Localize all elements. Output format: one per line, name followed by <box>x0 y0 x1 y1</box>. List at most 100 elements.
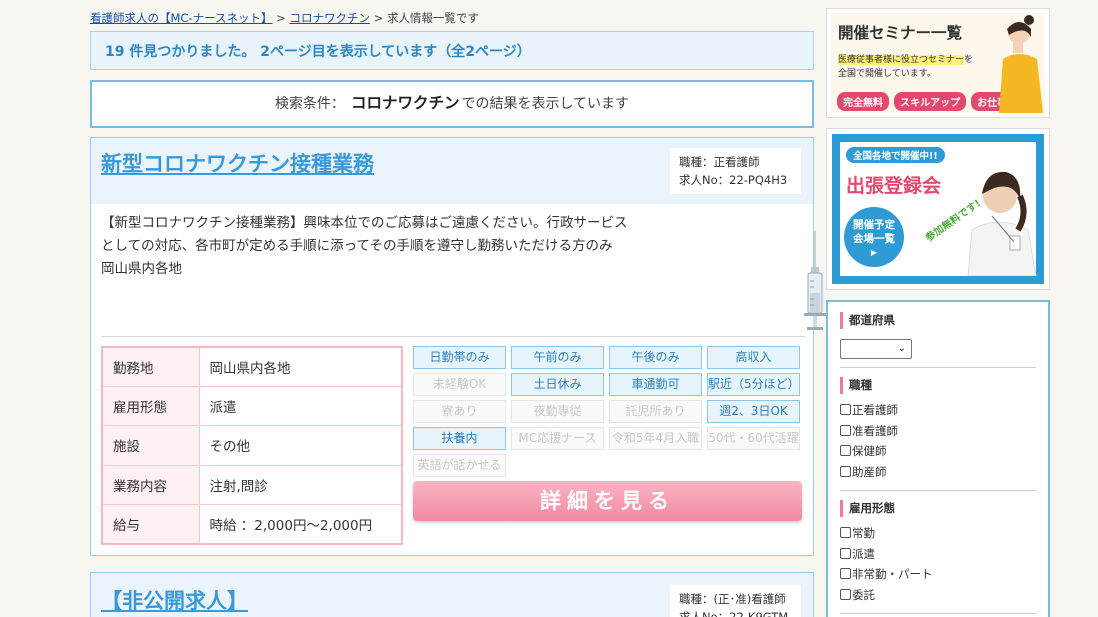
checkbox-label: 派遣 <box>852 546 875 561</box>
checkbox-label: 常勤 <box>852 526 875 540</box>
job-number: 求人No：22-K9GTM <box>679 610 789 617</box>
checkbox-label: 正看護師 <box>852 403 898 417</box>
table-row: 給与 時給 ：2,000円～2,000円 <box>102 504 402 544</box>
breadcrumb-home-link[interactable]: 看護師求人の【MC-ナースネット】 <box>90 11 273 25</box>
table-row: 施設 その他 <box>102 425 402 466</box>
seminar-banner-text: 全国で開催しています。 <box>838 69 936 79</box>
checkbox-icon[interactable] <box>840 527 851 538</box>
checkbox-icon[interactable] <box>840 404 851 415</box>
feature-tag: 土日休み <box>511 373 604 396</box>
info-label: 給与 <box>102 504 200 544</box>
table-row: 業務内容 注射,問診 <box>102 465 402 506</box>
occupation-checkbox[interactable]: 准看護師 <box>840 421 1036 442</box>
detail-button[interactable]: 詳細を見る <box>413 481 802 521</box>
divider <box>840 613 1036 614</box>
occupation-checkbox[interactable]: 助産師 <box>840 462 1036 483</box>
info-value: 時給 ：2,000円～2,000円 <box>209 518 373 535</box>
feature-tag: 駅近（5分ほど） <box>707 373 800 396</box>
job-card-header: 新型コロナワクチン接種業務 職種：正看護師 求人No：22-PQ4H3 <box>91 138 813 204</box>
job-title-link[interactable]: 新型コロナワクチン接種業務 <box>101 148 374 178</box>
breadcrumb-current: 求人情報一覧です <box>386 11 479 25</box>
job-card: 新型コロナワクチン接種業務 職種：正看護師 求人No：22-PQ4H3 【新型コ… <box>90 137 826 556</box>
job-number: 求人No：22-PQ4H3 <box>679 173 788 187</box>
job-card: 【非公開求人】 職種：(正･准)看護師 求人No：22-K9GTM <box>90 572 814 617</box>
seminar-banner-inner: 開催セミナー一覧 医療従事者様に役立つセミナーを 全国で開催しています。 完全無… <box>831 13 1045 113</box>
seminar-banner-title: 開催セミナー一覧 <box>838 24 963 42</box>
search-condition-keyword: コロナワクチン <box>350 94 460 112</box>
feature-tag: 午後のみ <box>609 346 702 369</box>
seminar-banner-text: を <box>964 55 974 65</box>
checkbox-icon[interactable] <box>840 568 851 579</box>
registration-banner-inner: 全国各地で開催中!! 出張登録会 開催予定 会場一覧 ▶ 参加無料です! <box>832 134 1044 284</box>
search-condition-box: 検索条件： コロナワクチン での結果を表示しています <box>90 80 814 128</box>
prefecture-heading: 都道府県 <box>840 312 1036 329</box>
search-filter-panel: 都道府県 ⌄ 職種 正看護師 准看護師 保健師 助産師 雇用形態 常勤 派遣 非… <box>826 300 1050 617</box>
prefecture-select[interactable]: ⌄ <box>840 339 912 359</box>
checkbox-label: 准看護師 <box>852 423 898 438</box>
divider <box>840 490 1036 491</box>
feature-tag: 未経験OK <box>413 373 506 396</box>
feature-tag: 車通勤可 <box>609 373 702 396</box>
feature-tag: 英語が話かせる <box>413 454 506 477</box>
checkbox-icon[interactable] <box>840 445 851 456</box>
checkbox-label: 非常勤・パート <box>852 567 933 581</box>
info-value: 注射,問診 <box>199 465 402 506</box>
checkbox-icon[interactable] <box>840 465 851 477</box>
info-value: 派遣 <box>199 386 402 427</box>
info-label: 雇用形態 <box>102 386 200 427</box>
checkbox-label: 委託 <box>852 587 875 602</box>
feature-tag: 週2、3日OK <box>707 400 800 423</box>
employment-checkbox[interactable]: 非常勤・パート <box>840 564 1036 585</box>
job-card-header: 【非公開求人】 職種：(正･准)看護師 求人No：22-K9GTM <box>91 573 813 617</box>
occupation-options: 正看護師 准看護師 保健師 助産師 <box>840 400 1036 482</box>
employment-checkbox[interactable]: 常勤 <box>840 523 1036 544</box>
employment-checkbox[interactable]: 派遣 <box>840 544 1036 565</box>
info-label: 施設 <box>102 425 200 466</box>
registration-banner-badge: 全国各地で開催中!! <box>846 147 945 163</box>
job-occupation: 職種：正看護師 <box>679 155 760 169</box>
chevron-down-icon: ⌄ <box>897 343 906 354</box>
employment-options: 常勤 派遣 非常勤・パート 委託 <box>840 523 1036 605</box>
checkbox-label: 保健師 <box>852 444 887 458</box>
search-condition-suffix: での結果を表示しています <box>461 96 630 112</box>
info-value: その他 <box>199 425 402 466</box>
job-feature-tags: 日勤帯のみ 午前のみ 午後のみ 高収入 未経験OK 土日休み 車通勤可 駅近（5分ほど） 寮あり… <box>413 346 805 477</box>
play-arrow-icon: ▶ <box>870 248 878 257</box>
venue-list-circle: 開催予定 会場一覧 ▶ <box>844 207 904 267</box>
venue-list-line: 開催予定 <box>853 219 895 231</box>
breadcrumb-separator: > <box>272 11 290 25</box>
registration-banner[interactable]: 全国各地で開催中!! 出張登録会 開催予定 会場一覧 ▶ 参加無料です! <box>826 128 1050 290</box>
table-row: 雇用形態 派遣 <box>102 386 402 427</box>
breadcrumb-category-link[interactable]: コロナワクチン <box>289 11 370 25</box>
feature-tag: 50代・60代活躍 <box>707 427 800 450</box>
feature-tag: 高収入 <box>707 346 800 369</box>
occupation-checkbox[interactable]: 正看護師 <box>840 400 1036 421</box>
table-row: 勤務地 岡山県内各地 <box>102 347 402 387</box>
job-title-link[interactable]: 【非公開求人】 <box>101 585 248 615</box>
job-info-table: 勤務地 岡山県内各地 雇用形態 派遣 施設 その他 業務内容 注射,問診 給与 時給 ：2… <box>101 346 403 545</box>
breadcrumb-separator: > <box>369 11 387 25</box>
venue-list-line: 会場一覧 <box>853 233 895 245</box>
job-description: 【新型コロナワクチン接種業務】興味本位でのご応募はご遠慮ください。行政サービスと… <box>101 215 628 277</box>
employment-checkbox[interactable]: 委託 <box>840 585 1036 606</box>
checkbox-icon[interactable] <box>840 547 851 559</box>
occupation-checkbox[interactable]: 保健師 <box>840 441 1036 462</box>
info-label: 業務内容 <box>102 465 200 506</box>
feature-tag: 日勤帯のみ <box>413 346 506 369</box>
seminar-banner[interactable]: 開催セミナー一覧 医療従事者様に役立つセミナーを 全国で開催しています。 完全無… <box>826 8 1050 118</box>
feature-tag: 令和5年4月入職 <box>609 427 702 450</box>
checkbox-icon[interactable] <box>840 588 851 600</box>
nurse-photo-icon <box>967 171 1037 276</box>
job-meta-box: 職種：(正･准)看護師 求人No：22-K9GTM <box>670 585 801 617</box>
info-value: 岡山県内各地 <box>199 347 402 387</box>
divider <box>840 367 1036 368</box>
employment-heading: 雇用形態 <box>840 500 1036 517</box>
checkbox-icon[interactable] <box>840 424 851 436</box>
job-meta-box: 職種：正看護師 求人No：22-PQ4H3 <box>670 148 801 194</box>
feature-tag: 託児所あり <box>609 400 702 423</box>
result-count-bar: 19 件見つかりました。 2ページ目を表示しています（全2ページ） <box>90 31 814 70</box>
feature-tag: MC応援ナース <box>511 427 604 450</box>
seminar-pill: 完全無料 <box>837 92 889 111</box>
info-label: 勤務地 <box>102 347 200 387</box>
feature-tag: 扶養内 <box>413 427 506 450</box>
